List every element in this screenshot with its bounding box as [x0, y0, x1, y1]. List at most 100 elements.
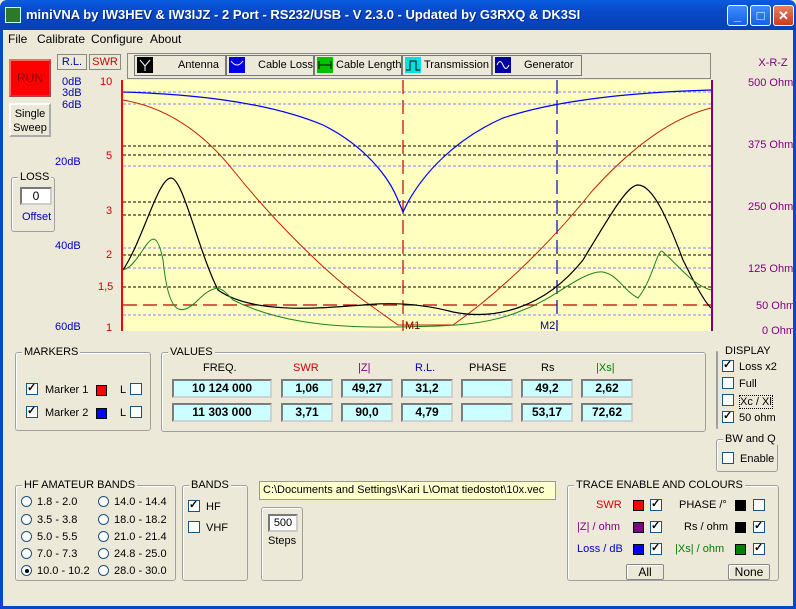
markers-title: MARKERS [22, 346, 81, 358]
menu-calibrate[interactable]: Calibrate [37, 32, 85, 46]
swr-tick: 10 [100, 76, 113, 88]
vhf-label: VHF [206, 522, 228, 534]
bw-q-enable-label: Enable [740, 453, 775, 465]
loss-title: LOSS [18, 171, 52, 183]
marker2-label: M2 [540, 320, 555, 331]
cable-loss-label: Cable Loss [258, 59, 314, 71]
band-radio[interactable] [21, 495, 32, 507]
all-button[interactable]: All [626, 564, 664, 580]
maximize-button[interactable]: □ [750, 5, 771, 26]
band-label: 28.0 - 30.0 [114, 565, 167, 577]
tab-rl[interactable]: R.L. [57, 54, 87, 70]
menu-about[interactable]: About [150, 32, 181, 46]
rl-value: 4,79 [401, 403, 453, 422]
trace-loss-checkbox[interactable] [650, 541, 662, 556]
tab-swr[interactable]: SWR [89, 54, 121, 70]
band-radio-selected[interactable] [21, 564, 32, 576]
band-label: 14.0 - 14.4 [114, 496, 167, 508]
band-radio[interactable] [21, 530, 32, 542]
antenna-button[interactable]: Antenna [134, 55, 226, 76]
band-radio[interactable] [21, 513, 32, 525]
ohm-tick: 0 Ohm [762, 325, 796, 337]
swr-tick: 3 [106, 205, 113, 217]
menu-configure[interactable]: Configure [91, 32, 143, 46]
trace-title: TRACE ENABLE AND COLOURS [574, 479, 745, 491]
band-radio[interactable] [98, 564, 109, 576]
xc-xl-checkbox[interactable] [722, 394, 734, 407]
steps-input[interactable]: 500 [268, 514, 298, 532]
close-button[interactable]: ✕ [773, 5, 794, 26]
generator-label: Generator [524, 59, 574, 71]
transmission-button[interactable]: Transmission [402, 55, 492, 76]
chart-background [123, 80, 711, 331]
menu-file[interactable]: File [8, 32, 27, 46]
trace-rs-checkbox[interactable] [753, 519, 765, 534]
ohm-tick: 50 Ohm [756, 300, 796, 312]
trace-rs-color[interactable] [735, 522, 746, 533]
freq-value: 10 124 000 [172, 379, 272, 398]
sweep-chart: M1 M2 [123, 80, 711, 331]
loss-offset-input[interactable]: 0 [20, 187, 52, 205]
cable-length-button[interactable]: Cable Length [314, 55, 402, 76]
trace-phase-color[interactable] [735, 500, 746, 511]
file-path-field[interactable]: C:\Documents and Settings\Kari L\Omat ti… [259, 481, 556, 500]
hf-checkbox[interactable] [188, 498, 200, 513]
ohm-tick: 250 Ohm [748, 201, 794, 213]
trace-loss-color[interactable] [633, 544, 644, 555]
band-label: 24.8 - 25.0 [114, 548, 167, 560]
loss-x2-checkbox[interactable] [722, 358, 734, 373]
marker1-color[interactable] [96, 385, 107, 396]
single-sweep-button[interactable]: Single Sweep [9, 103, 51, 137]
trace-xs-checkbox[interactable] [753, 541, 765, 556]
col-freq: FREQ. [203, 362, 237, 374]
bands-title: BANDS [189, 479, 231, 491]
hf-bands-title: HF AMATEUR BANDS [22, 479, 138, 491]
vhf-checkbox[interactable] [188, 521, 200, 534]
band-radio[interactable] [98, 495, 109, 507]
trace-swr-checkbox[interactable] [650, 497, 662, 512]
marker2-checkbox[interactable] [26, 404, 38, 419]
marker2-l-label: L [120, 407, 127, 419]
marker2-color[interactable] [96, 408, 107, 419]
bw-q-enable-checkbox[interactable] [722, 452, 734, 465]
band-label: 1.8 - 2.0 [37, 496, 78, 508]
band-label: 7.0 - 7.3 [37, 548, 78, 560]
xs-value: 72,62 [581, 403, 633, 422]
trace-xs-color[interactable] [735, 544, 746, 555]
trace-swr-color[interactable] [633, 500, 644, 511]
trace-z-color[interactable] [633, 522, 644, 533]
50-ohm-checkbox[interactable] [722, 409, 734, 424]
trace-phase-checkbox[interactable] [753, 499, 765, 512]
rl-tick: 6dB [62, 99, 82, 111]
marker1-l-checkbox[interactable] [130, 383, 142, 396]
display-group: DISPLAY [716, 345, 773, 429]
band-radio[interactable] [98, 513, 109, 525]
swr-tick: 5 [106, 150, 113, 162]
bw-q-title: BW and Q [723, 433, 778, 445]
offset-label: Offset [22, 211, 52, 223]
run-button[interactable]: RUN [9, 59, 51, 97]
none-button[interactable]: None [728, 564, 770, 580]
col-swr: SWR [293, 362, 319, 374]
marker1-l-label: L [120, 384, 127, 396]
trace-phase-label: PHASE /° [679, 499, 727, 511]
marker1-label: M1 [405, 320, 420, 331]
trace-z-checkbox[interactable] [650, 519, 662, 534]
swr-value: 3,71 [281, 403, 333, 422]
tab-xrz[interactable]: X-R-Z [755, 56, 791, 72]
marker1-checkbox[interactable] [26, 381, 38, 396]
marker2-l-checkbox[interactable] [130, 406, 142, 419]
rl-tick: 40dB [55, 240, 81, 252]
full-checkbox[interactable] [722, 377, 734, 390]
band-radio[interactable] [98, 547, 109, 559]
band-radio[interactable] [98, 530, 109, 542]
swr-tick: 1,5 [98, 281, 114, 293]
generator-button[interactable]: Generator [492, 55, 582, 76]
display-title: DISPLAY [723, 345, 773, 357]
swr-value: 1,06 [281, 379, 333, 398]
trace-swr-label: SWR [596, 499, 622, 511]
xs-value: 2,62 [581, 379, 633, 398]
minimize-button[interactable]: _ [727, 5, 748, 26]
cable-loss-button[interactable]: Cable Loss [226, 55, 314, 76]
band-radio[interactable] [21, 547, 32, 559]
